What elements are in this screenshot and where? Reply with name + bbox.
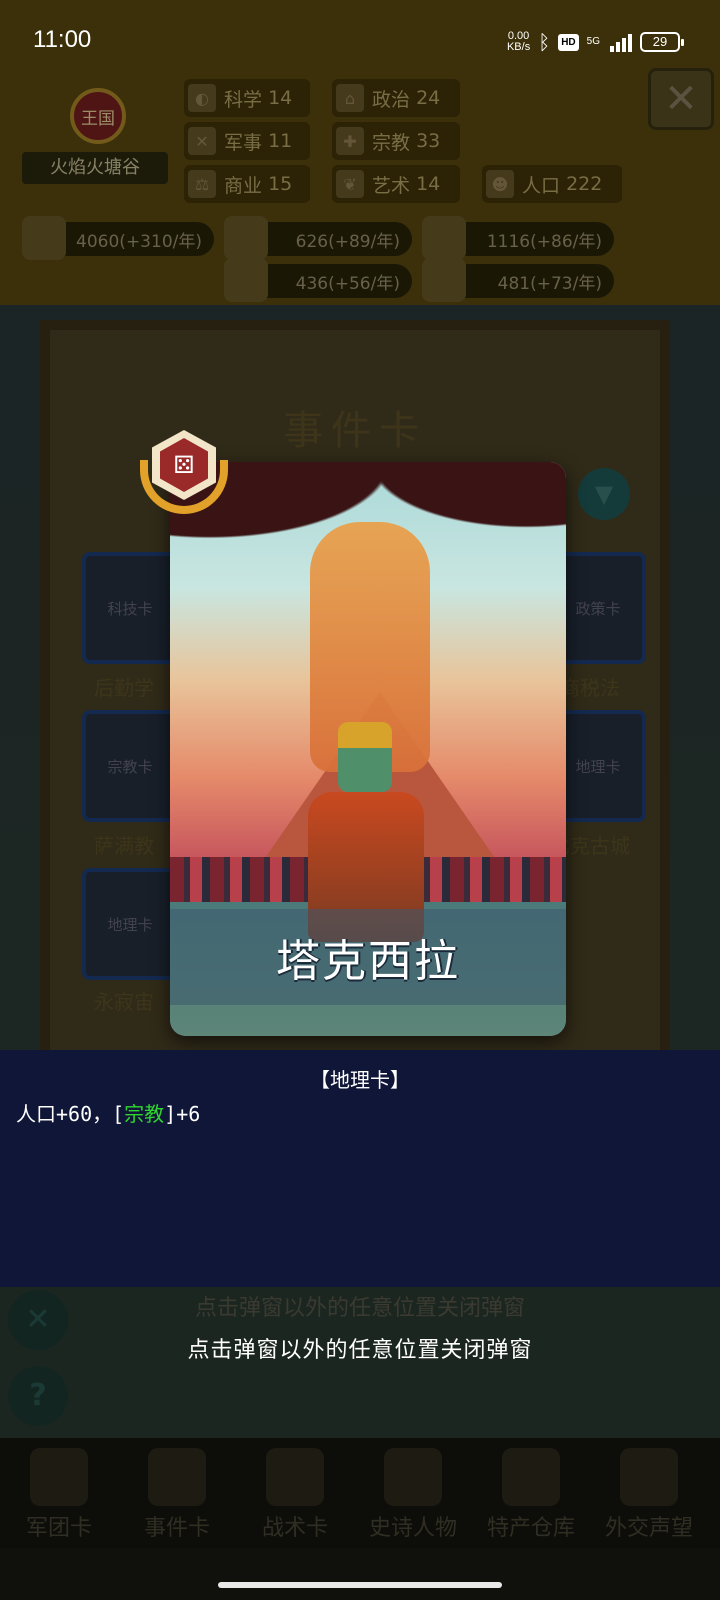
- battery-level: 29: [652, 34, 668, 49]
- card-name-band: 塔克西拉: [170, 909, 566, 1005]
- hd-icon: HD: [558, 33, 579, 51]
- battery-icon: 29: [640, 32, 684, 52]
- card-info-panel: 【地理卡】 人口+60，[宗教]+6: [0, 1050, 720, 1287]
- effect-tag: 宗教: [124, 1102, 165, 1126]
- event-card-detail: 塔克西拉: [170, 462, 566, 1036]
- card-effect: 人口+60，[宗教]+6: [16, 1098, 200, 1127]
- network-speed: 0.00 KB/s: [507, 31, 530, 53]
- card-type-label: 【地理卡】: [310, 1068, 410, 1092]
- close-hint-background: 点击弹窗以外的任意位置关闭弹窗: [194, 1296, 525, 1321]
- home-indicator[interactable]: [218, 1582, 502, 1588]
- status-bar: 11:00 0.00 KB/s ᛒ HD 5G 29: [0, 0, 720, 84]
- effect-suffix: ]+6: [164, 1102, 201, 1126]
- effect-prefix: 人口+60，[: [16, 1102, 125, 1126]
- king-head: [338, 722, 392, 792]
- clock: 11:00: [33, 26, 92, 53]
- close-hint: 点击弹窗以外的任意位置关闭弹窗: [187, 1338, 533, 1363]
- card-name: 塔克西拉: [276, 936, 460, 987]
- net-speed-unit: KB/s: [506, 41, 531, 53]
- network-type: 5G: [586, 36, 600, 47]
- signal-icon: [610, 32, 632, 52]
- card-type-badge: ⚄: [138, 430, 230, 516]
- status-icons: 0.00 KB/s ᛒ HD 5G 29: [507, 28, 684, 56]
- bluetooth-icon: ᛒ: [538, 30, 551, 54]
